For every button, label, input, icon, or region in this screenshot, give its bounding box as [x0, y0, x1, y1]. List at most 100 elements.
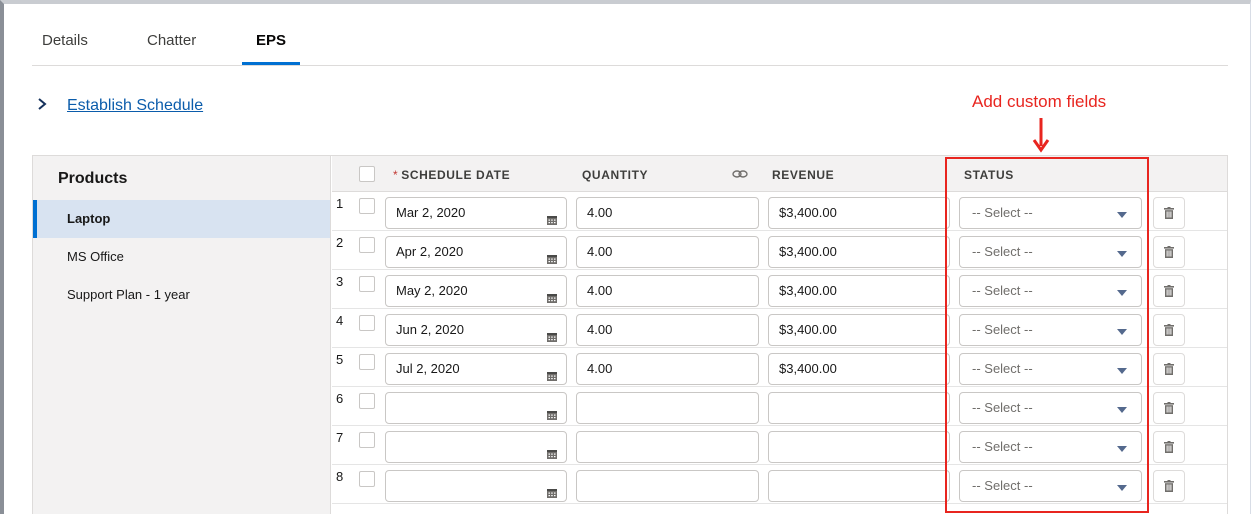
tab-chatter[interactable]: Chatter [147, 32, 196, 49]
row-number: 5 [336, 352, 344, 367]
status-select[interactable]: -- Select -- [959, 236, 1142, 268]
quantity-field[interactable] [576, 431, 759, 463]
tab-bar: Details Chatter EPS [32, 0, 1228, 66]
row-number: 1 [336, 196, 344, 211]
calendar-icon[interactable] [546, 207, 558, 225]
schedule-date-field[interactable]: Mar 2, 2020 [385, 197, 567, 229]
delete-row-button[interactable] [1153, 392, 1185, 424]
schedule-grid: * SCHEDULE DATE QUANTITY REVENUE STATUS 1… [332, 156, 1227, 514]
row-checkbox[interactable] [359, 315, 375, 331]
select-all-checkbox[interactable] [359, 166, 375, 182]
sidebar-item-laptop[interactable]: Laptop [33, 200, 330, 238]
quantity-field[interactable]: 4.00 [576, 353, 759, 385]
status-select-value: -- Select -- [972, 400, 1033, 415]
calendar-icon[interactable] [546, 363, 558, 381]
schedule-date-field[interactable] [385, 392, 567, 424]
delete-row-button[interactable] [1153, 275, 1185, 307]
revenue-value: $3,400.00 [779, 361, 837, 376]
schedule-date-field[interactable] [385, 470, 567, 502]
calendar-icon[interactable] [546, 324, 558, 342]
status-select-value: -- Select -- [972, 244, 1033, 259]
revenue-field[interactable]: $3,400.00 [768, 275, 950, 307]
row-checkbox[interactable] [359, 354, 375, 370]
quantity-field[interactable] [576, 392, 759, 424]
status-select[interactable]: -- Select -- [959, 431, 1142, 463]
link-icon [732, 170, 748, 178]
status-select-value: -- Select -- [972, 478, 1033, 493]
delete-row-button[interactable] [1153, 197, 1185, 229]
schedule-date-value: May 2, 2020 [396, 283, 468, 298]
products-title: Products [58, 170, 128, 187]
schedule-date-field[interactable]: May 2, 2020 [385, 275, 567, 307]
sidebar-item-support-plan[interactable]: Support Plan - 1 year [33, 276, 330, 314]
delete-row-button[interactable] [1153, 314, 1185, 346]
chevron-right-icon [37, 96, 53, 116]
chevron-down-icon [1117, 251, 1127, 257]
revenue-field[interactable]: $3,400.00 [768, 197, 950, 229]
row-number: 3 [336, 274, 344, 289]
revenue-field[interactable]: $3,400.00 [768, 353, 950, 385]
revenue-field[interactable] [768, 392, 950, 424]
row-checkbox[interactable] [359, 432, 375, 448]
schedule-date-value: Jul 2, 2020 [396, 361, 460, 376]
quantity-field[interactable]: 4.00 [576, 236, 759, 268]
quantity-value: 4.00 [587, 283, 613, 298]
schedule-date-value: Mar 2, 2020 [396, 205, 466, 220]
revenue-field[interactable]: $3,400.00 [768, 314, 950, 346]
column-schedule-date: * SCHEDULE DATE [393, 168, 510, 182]
quantity-field[interactable] [576, 470, 759, 502]
schedule-date-field[interactable]: Apr 2, 2020 [385, 236, 567, 268]
sidebar-item-ms-office[interactable]: MS Office [33, 238, 330, 276]
annotation-text: Add custom fields [972, 92, 1107, 111]
schedule-date-value: Jun 2, 2020 [396, 322, 464, 337]
quantity-value: 4.00 [587, 244, 613, 259]
column-revenue: REVENUE [772, 168, 835, 182]
row-checkbox[interactable] [359, 237, 375, 253]
schedule-date-field[interactable]: Jul 2, 2020 [385, 353, 567, 385]
schedule-date-field[interactable]: Jun 2, 2020 [385, 314, 567, 346]
schedule-date-field[interactable] [385, 431, 567, 463]
row-checkbox[interactable] [359, 198, 375, 214]
chevron-down-icon [1117, 368, 1127, 374]
status-select[interactable]: -- Select -- [959, 392, 1142, 424]
revenue-value: $3,400.00 [779, 205, 837, 220]
grid-header: * SCHEDULE DATE QUANTITY REVENUE STATUS [332, 156, 1227, 192]
schedule-date-value: Apr 2, 2020 [396, 244, 464, 259]
status-select[interactable]: -- Select -- [959, 353, 1142, 385]
row-number: 8 [336, 469, 344, 484]
delete-row-button[interactable] [1153, 431, 1185, 463]
row-checkbox[interactable] [359, 276, 375, 292]
chevron-down-icon [1117, 446, 1127, 452]
chevron-down-icon [1117, 485, 1127, 491]
delete-row-button[interactable] [1153, 470, 1185, 502]
establish-schedule-link[interactable]: Establish Schedule [67, 97, 203, 115]
table-row: 8 -- Select -- [332, 465, 1227, 504]
calendar-icon[interactable] [546, 285, 558, 303]
revenue-field[interactable]: $3,400.00 [768, 236, 950, 268]
calendar-icon[interactable] [546, 402, 558, 420]
quantity-field[interactable]: 4.00 [576, 275, 759, 307]
calendar-icon[interactable] [546, 480, 558, 498]
status-select[interactable]: -- Select -- [959, 275, 1142, 307]
tab-eps[interactable]: EPS [256, 32, 286, 49]
establish-schedule-toggle[interactable]: Establish Schedule [37, 96, 203, 116]
chevron-down-icon [1117, 290, 1127, 296]
revenue-field[interactable] [768, 431, 950, 463]
row-checkbox[interactable] [359, 471, 375, 487]
row-checkbox[interactable] [359, 393, 375, 409]
delete-row-button[interactable] [1153, 353, 1185, 385]
chevron-down-icon [1117, 212, 1127, 218]
status-select[interactable]: -- Select -- [959, 470, 1142, 502]
quantity-field[interactable]: 4.00 [576, 197, 759, 229]
revenue-field[interactable] [768, 470, 950, 502]
chevron-down-icon [1117, 407, 1127, 413]
status-select[interactable]: -- Select -- [959, 197, 1142, 229]
calendar-icon[interactable] [546, 246, 558, 264]
row-number: 7 [336, 430, 344, 445]
status-select[interactable]: -- Select -- [959, 314, 1142, 346]
tab-details[interactable]: Details [42, 32, 88, 49]
column-schedule-date-label: SCHEDULE DATE [401, 168, 511, 182]
delete-row-button[interactable] [1153, 236, 1185, 268]
calendar-icon[interactable] [546, 441, 558, 459]
quantity-field[interactable]: 4.00 [576, 314, 759, 346]
